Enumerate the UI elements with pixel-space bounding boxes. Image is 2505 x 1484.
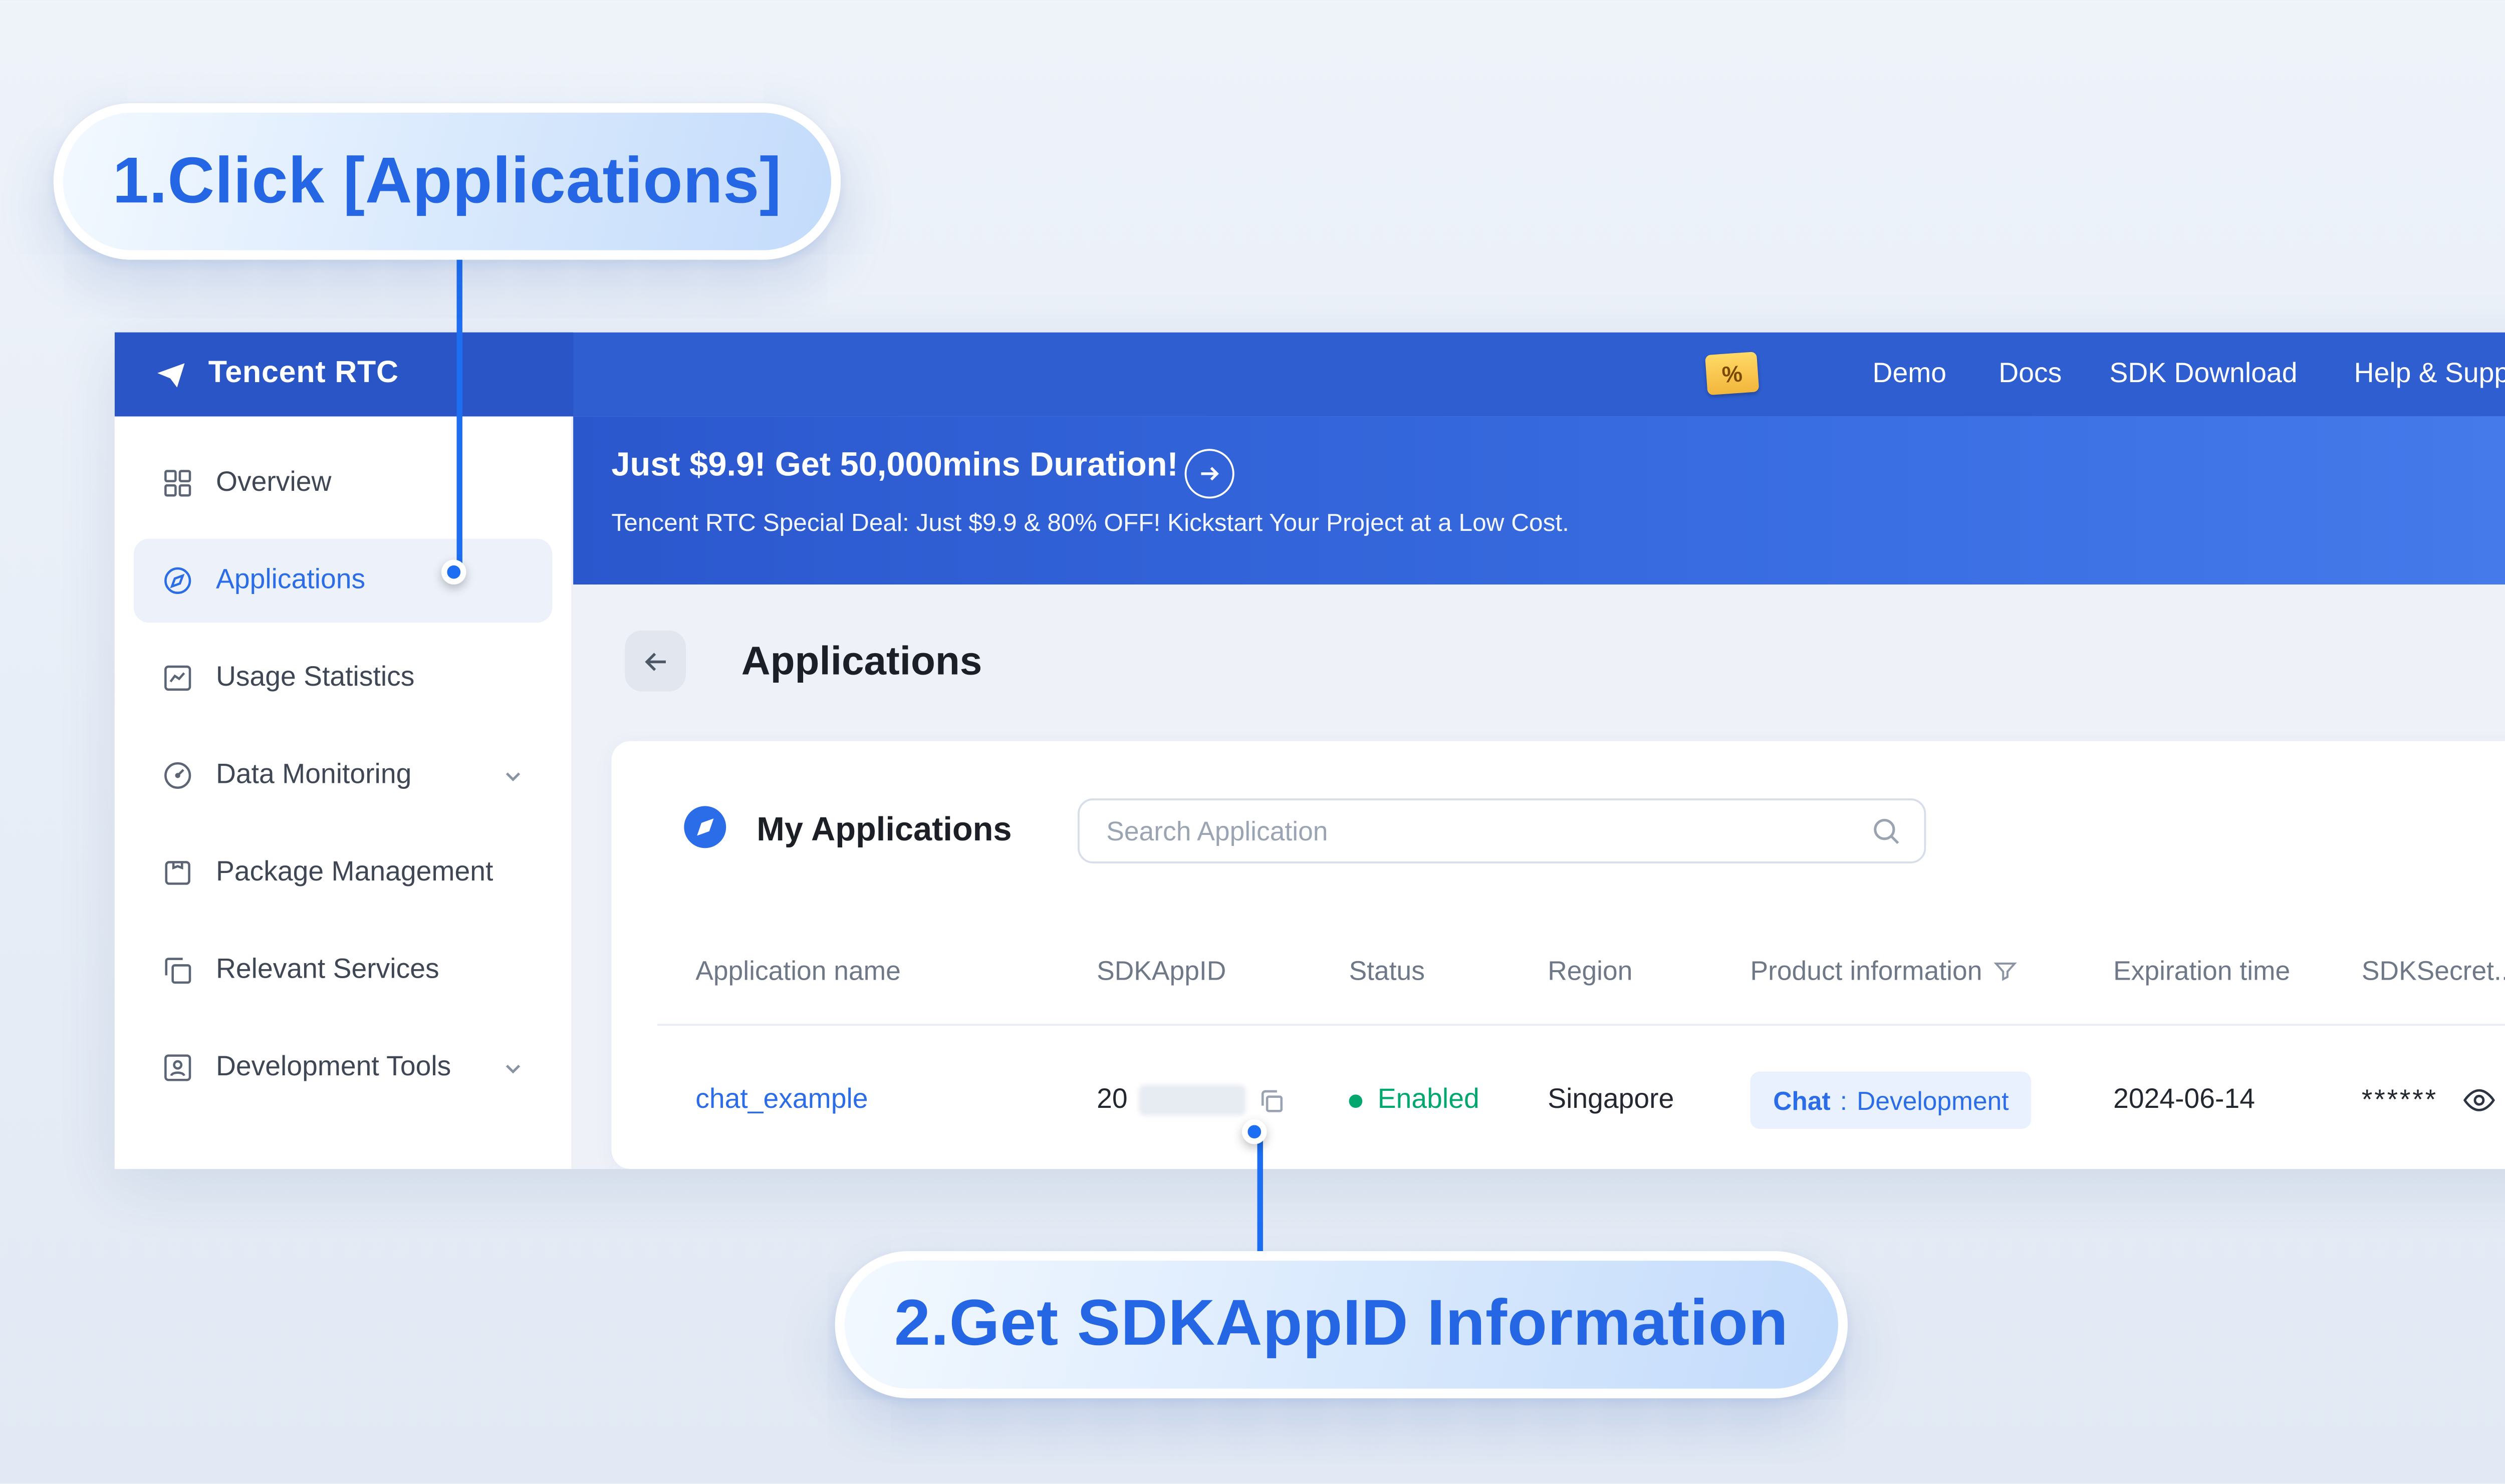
package-management-icon [160, 856, 195, 891]
table-header-row: Application name SDKAppID Status Region … [611, 932, 2505, 1009]
sidebar-item-applications[interactable]: Applications [133, 538, 553, 623]
callout-step2-text: 2.Get SDKAppID Information [894, 1287, 1789, 1360]
sdksecret-cell: ****** [2362, 1082, 2497, 1118]
col-sdksecret: SDKSecret... [2361, 955, 2505, 986]
my-applications-icon [682, 804, 728, 860]
connector-line-step2 [1257, 1138, 1263, 1257]
sidebar-item-label: Relevant Services [215, 955, 439, 986]
col-application-name: Application name [695, 955, 901, 986]
product-environment: Development [1857, 1086, 2009, 1115]
sdkappid-cell: 20 [1097, 1085, 1286, 1116]
nav-docs[interactable]: Docs [1998, 333, 2062, 417]
col-sdkappid: SDKAppID [1097, 955, 1226, 986]
banner-title: Just $9.9! Get 50,000mins Duration! [611, 445, 1178, 483]
nav-sdk-download[interactable]: SDK Download [2109, 333, 2297, 417]
my-applications-card: My Applications Create application Appli… [611, 741, 2505, 1169]
secret-masked: ****** [2361, 1085, 2438, 1116]
sidebar-item-label: Overview [215, 468, 332, 499]
brand-name: Tencent RTC [208, 357, 399, 390]
sidebar-item-overview[interactable]: Overview [134, 441, 552, 525]
promo-banner: Just $9.9! Get 50,000mins Duration! Tenc… [573, 416, 2505, 585]
banner-arrow-button[interactable] [1184, 449, 1234, 499]
data-monitoring-icon [160, 758, 195, 793]
col-product-information: Product information [1750, 932, 2018, 1009]
status-cell: Enabled [1349, 1085, 1479, 1115]
sidebar-item-label: Package Management [215, 857, 493, 888]
table-row: chat_example 20 Enabled Singapore Chat:… [611, 1024, 2505, 1169]
copy-icon[interactable] [1258, 1086, 1286, 1114]
sidebar-item-development-tools[interactable]: Development Tools [134, 1026, 552, 1110]
tencent-rtc-logo-icon [153, 356, 189, 392]
usage-statistics-icon [160, 661, 195, 696]
development-tools-icon [160, 1051, 195, 1085]
search-input[interactable] [1078, 798, 1926, 863]
sidebar-item-usage-statistics[interactable]: Usage Statistics [134, 636, 552, 720]
callout-step1: 1.Click [Applications] [53, 103, 841, 260]
chevron-down-icon[interactable] [500, 763, 526, 788]
eye-icon[interactable] [2461, 1082, 2497, 1118]
sidebar-item-label: Development Tools [215, 1052, 451, 1083]
connector-line-step1 [456, 256, 462, 579]
region-cell: Singapore [1548, 1085, 1674, 1116]
callout-step1-text: 1.Click [Applications] [112, 144, 782, 217]
nav-help-support-label: Help & Support [2354, 359, 2505, 390]
console-window: Tencent RTC % Demo Docs SDK Download Hel… [114, 332, 2505, 1169]
sidebar-item-package-management[interactable]: Package Management [134, 831, 552, 915]
banner-subtitle: Tencent RTC Special Deal: Just $9.9 & 80… [611, 508, 1569, 537]
card-title: My Applications [757, 810, 1012, 848]
product-badge[interactable]: Chat : Development [1750, 1071, 2032, 1129]
connector-dot-step1 [441, 559, 466, 585]
col-region: Region [1548, 955, 1633, 986]
page-title: Applications [741, 640, 982, 684]
col-status: Status [1349, 955, 1425, 986]
product-cell: Chat : Development [1750, 1071, 2032, 1129]
overview-grid-icon [160, 466, 195, 501]
app-name-link[interactable]: chat_example [695, 1085, 868, 1115]
nav-demo[interactable]: Demo [1873, 333, 1947, 417]
status-badge: Enabled [1377, 1085, 1479, 1116]
sdkappid-prefix: 20 [1097, 1085, 1128, 1116]
content-area: Just $9.9! Get 50,000mins Duration! Tenc… [573, 416, 2505, 1169]
callout-step2: 2.Get SDKAppID Information [835, 1251, 1848, 1398]
col-expiration-time: Expiration time [2113, 955, 2291, 986]
applications-compass-icon [160, 563, 195, 598]
relevant-services-icon [160, 953, 195, 988]
sidebar: Overview Applications Usage Statistics D… [114, 416, 574, 1169]
connector-dot-step2 [1241, 1119, 1267, 1144]
expiration-cell: 2024-06-14 [2113, 1085, 2255, 1116]
chevron-down-icon[interactable] [500, 1055, 526, 1080]
sidebar-item-label: Data Monitoring [215, 760, 412, 791]
top-navbar: Tencent RTC % Demo Docs SDK Download Hel… [114, 332, 2505, 417]
product-name: Chat [1773, 1086, 1831, 1115]
product-separator: : [1840, 1086, 1848, 1115]
sidebar-item-label: Applications [215, 565, 366, 596]
sidebar-item-label: Usage Statistics [215, 663, 415, 694]
sidebar-item-data-monitoring[interactable]: Data Monitoring [134, 734, 552, 818]
coupon-icon[interactable]: % [1705, 352, 1760, 396]
brand[interactable]: Tencent RTC [114, 332, 574, 417]
sdkappid-redacted-blur [1139, 1085, 1246, 1116]
screenshot-stage: 1.Click [Applications] Tencent RTC % Dem… [0, 0, 2505, 1484]
sidebar-item-relevant-services[interactable]: Relevant Services [134, 929, 552, 1013]
nav-help-support[interactable]: Help & Support [2354, 333, 2505, 417]
back-button[interactable] [625, 630, 686, 692]
col-product-information-label: Product information [1750, 955, 1982, 986]
status-dot [1349, 1093, 1363, 1107]
filter-icon[interactable] [1993, 958, 2019, 983]
